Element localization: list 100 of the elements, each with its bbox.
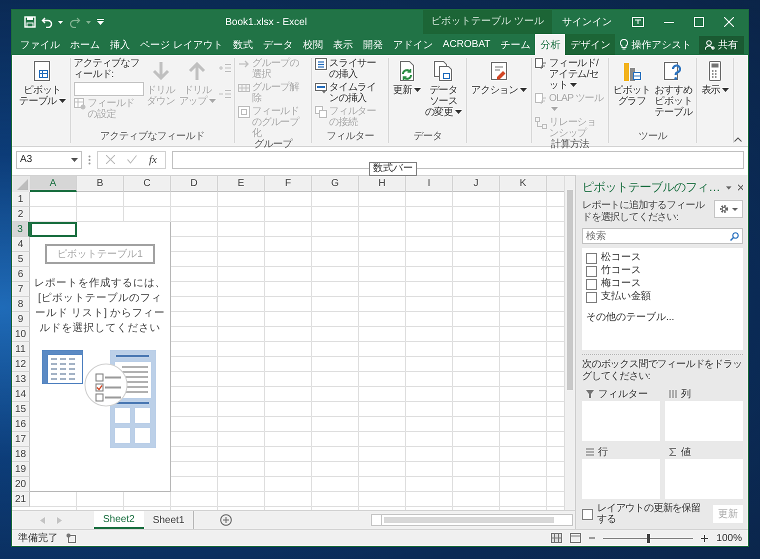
ribbon-button[interactable]: おすすめ ピボット テーブル [654,58,694,119]
column-header[interactable]: K [500,176,547,192]
row-header[interactable]: 16 [12,417,30,432]
row-header[interactable]: 15 [12,402,30,417]
row-header[interactable]: 3 [12,222,30,237]
ribbon-tab[interactable]: 校閲 [298,34,328,55]
zoom-level[interactable]: 100% [716,532,742,544]
column-header[interactable]: D [171,176,218,192]
caret-icon[interactable] [726,186,732,190]
ribbon-button[interactable]: 表示 [700,58,730,97]
drag-handle-icon[interactable] [88,154,91,164]
more-tables-link[interactable]: その他のテーブル... [586,310,739,324]
ribbon-button[interactable]: ピボット グラフ [612,58,652,108]
maximize-icon[interactable] [694,17,704,27]
row-header[interactable]: 6 [12,267,30,282]
save-icon[interactable] [24,16,36,28]
ribbon-button[interactable]: ピボット テーブル [18,58,67,108]
row-header[interactable]: 10 [12,327,30,342]
ribbon-tab[interactable]: チーム [495,34,536,55]
insert-function-button[interactable]: fx [149,154,157,166]
ribbon-button[interactable]: スライサーの挿入 [315,58,386,80]
close-icon[interactable] [738,184,743,191]
checkbox[interactable] [586,266,597,276]
cancel-icon[interactable] [106,155,115,164]
column-header[interactable]: F [265,176,312,192]
row-header[interactable]: 14 [12,387,30,402]
row-header[interactable]: 13 [12,372,30,387]
ribbon-tab[interactable]: ACROBAT [438,34,496,55]
row-header[interactable]: 2 [12,207,30,222]
ribbon-button[interactable]: アクション [470,58,528,97]
active-field-input[interactable] [74,82,144,96]
name-box[interactable]: A3 [16,150,82,168]
ribbon-tab[interactable]: アドイン [388,34,438,55]
column-header[interactable]: B [77,176,124,192]
ribbon-tab[interactable]: ホーム [65,34,105,55]
column-header[interactable]: C [124,176,171,192]
zoom-out-icon[interactable] [589,535,596,541]
horizontal-scrollbar[interactable] [371,514,573,526]
ribbon-tab[interactable]: ページ レイアウト [135,34,228,55]
field-name[interactable]: 梅コース [601,278,641,290]
column-header[interactable]: A [30,176,77,192]
ribbon-button[interactable]: データ ソース の変更 [424,58,464,119]
ribbon-tab[interactable]: デザイン [565,34,616,55]
field-name[interactable]: 支払い金額 [601,291,651,303]
column-header[interactable]: G [312,176,359,192]
ribbon-display-icon[interactable] [632,17,644,27]
row-header[interactable]: 8 [12,297,30,312]
checkbox[interactable] [586,292,597,302]
column-header[interactable]: I [406,176,453,192]
row-header[interactable]: 21 [12,492,30,507]
add-sheet-icon[interactable] [220,514,232,526]
column-header[interactable]: J [453,176,500,192]
ribbon-tab[interactable]: 開発 [358,34,388,55]
checkbox[interactable] [586,252,597,264]
column-header[interactable]: H [359,176,406,192]
undo-icon[interactable] [41,16,53,28]
row-header[interactable]: 19 [12,462,30,477]
row-header[interactable]: 11 [12,342,30,357]
row-header[interactable]: 9 [12,312,30,327]
row-header[interactable]: 20 [12,477,30,492]
sign-in-link[interactable]: サインイン [552,15,622,29]
zoom-in-icon[interactable] [701,534,708,542]
caret-icon[interactable] [86,20,91,24]
search-field[interactable]: 検索 [582,228,743,244]
check-icon[interactable] [127,155,137,164]
row-header[interactable]: 18 [12,447,30,462]
collapse-ribbon-icon[interactable] [734,137,742,142]
sheet-tab[interactable]: Sheet1 [144,511,194,529]
ribbon-tab[interactable]: データ [258,34,298,55]
column-header[interactable]: E [218,176,265,192]
macro-record-icon[interactable] [66,533,76,543]
settings-button[interactable] [714,200,743,218]
checkbox[interactable] [582,508,593,520]
ribbon-tab[interactable]: 挿入 [105,34,135,55]
row-header[interactable]: 4 [12,237,30,252]
normal-view-icon[interactable] [551,533,562,543]
ribbon-tab[interactable]: 分析 [535,34,566,55]
tell-me-search[interactable]: 操作アシスト [620,34,692,55]
ribbon-button[interactable]: タイムラインの挿入 [315,82,386,104]
row-header[interactable]: 1 [12,192,30,207]
ribbon-button[interactable]: 更新 [392,58,422,97]
redo-icon[interactable] [69,16,81,28]
customize-icon[interactable] [97,19,104,25]
selected-cell[interactable] [30,222,77,237]
caret-icon[interactable] [58,20,63,24]
sheet-tab[interactable]: Sheet2 [94,511,144,529]
field-name[interactable]: 松コース [601,252,641,264]
share-button[interactable]: 共有 [699,36,744,54]
zoom-slider-thumb[interactable] [647,534,650,542]
vertical-scrollbar[interactable] [564,176,575,510]
ribbon-button[interactable]: フィールド/アイテム/セット [535,58,606,91]
row-header[interactable]: 17 [12,432,30,447]
row-header[interactable]: 12 [12,357,30,372]
ribbon-tab[interactable]: ファイル [15,34,65,55]
checkbox[interactable] [586,278,597,290]
ribbon-tab[interactable]: 表示 [328,34,358,55]
ribbon-tab[interactable]: 数式 [228,34,258,55]
row-header[interactable]: 5 [12,252,30,267]
row-header[interactable]: 7 [12,282,30,297]
field-name[interactable]: 竹コース [601,265,641,277]
